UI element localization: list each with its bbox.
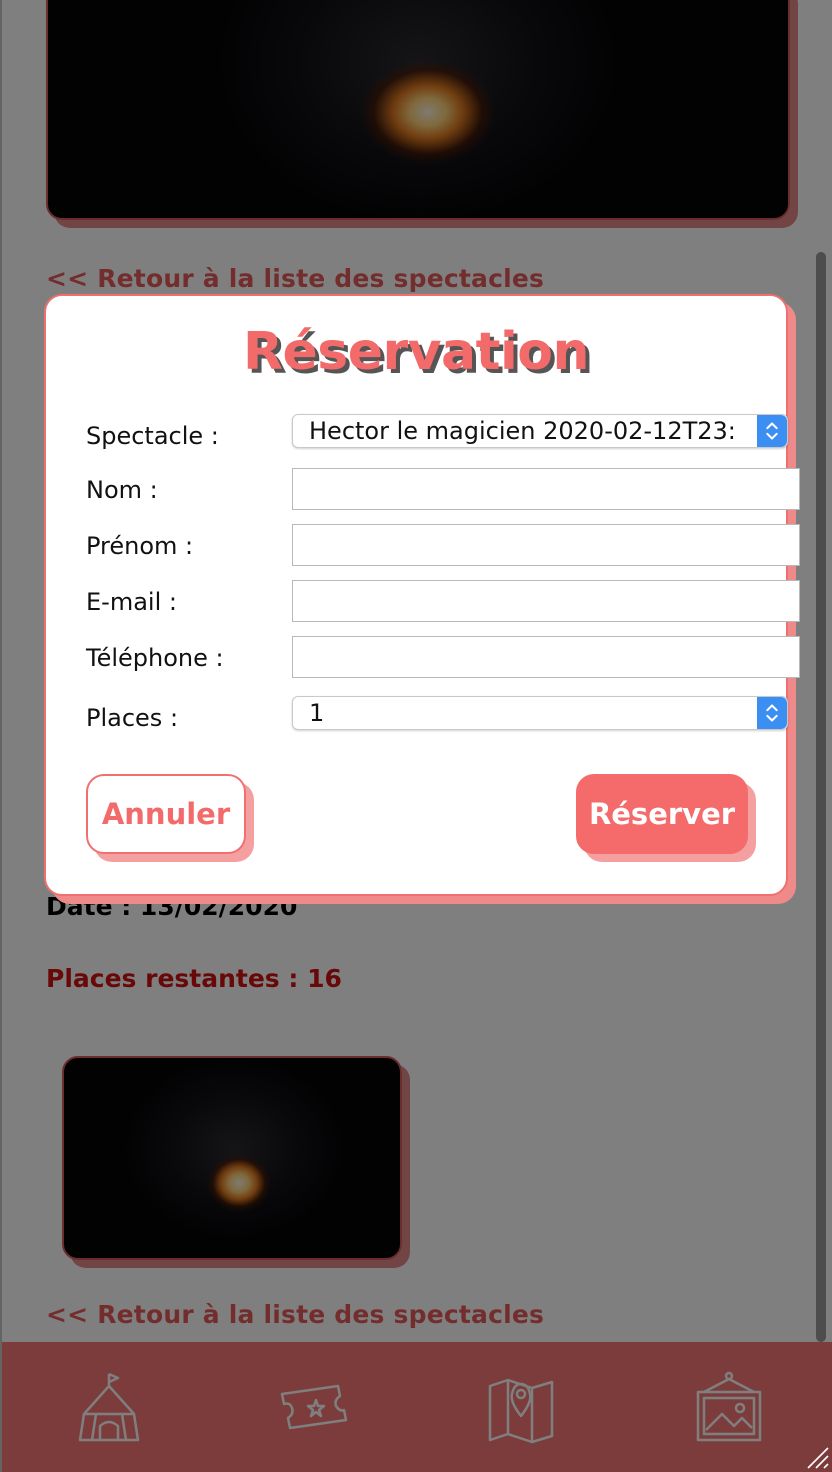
places-select[interactable]: 1 [292,696,788,730]
email-row: E-mail : [86,580,800,624]
nom-input[interactable] [292,468,800,510]
modal-title: Réservation [242,322,590,382]
cancel-button[interactable]: Annuler [86,774,246,854]
reserve-button[interactable]: Réserver [576,774,748,854]
spectacle-select-value: Hector le magicien 2020-02-12T23: [309,417,736,445]
nom-label: Nom : [86,476,158,504]
select-stepper-icon [757,415,787,447]
telephone-input[interactable] [292,636,800,678]
spectacle-row: Spectacle : Hector le magicien 2020-02-1… [86,414,788,458]
reservation-modal: Réservation Spectacle : Hector le magici… [44,294,800,896]
resize-grip-icon[interactable] [804,1444,830,1470]
prenom-input[interactable] [292,524,800,566]
prenom-row: Prénom : [86,524,800,568]
places-label: Places : [86,704,179,732]
places-select-value: 1 [309,699,325,727]
telephone-row: Téléphone : [86,636,800,680]
places-row: Places : 1 [86,696,788,740]
spectacle-select[interactable]: Hector le magicien 2020-02-12T23: [292,414,788,448]
prenom-label: Prénom : [86,532,194,560]
spectacle-label: Spectacle : [86,422,219,450]
nom-row: Nom : [86,468,800,512]
telephone-label: Téléphone : [86,644,224,672]
email-label: E-mail : [86,588,177,616]
email-input[interactable] [292,580,800,622]
select-stepper-icon [757,697,787,729]
